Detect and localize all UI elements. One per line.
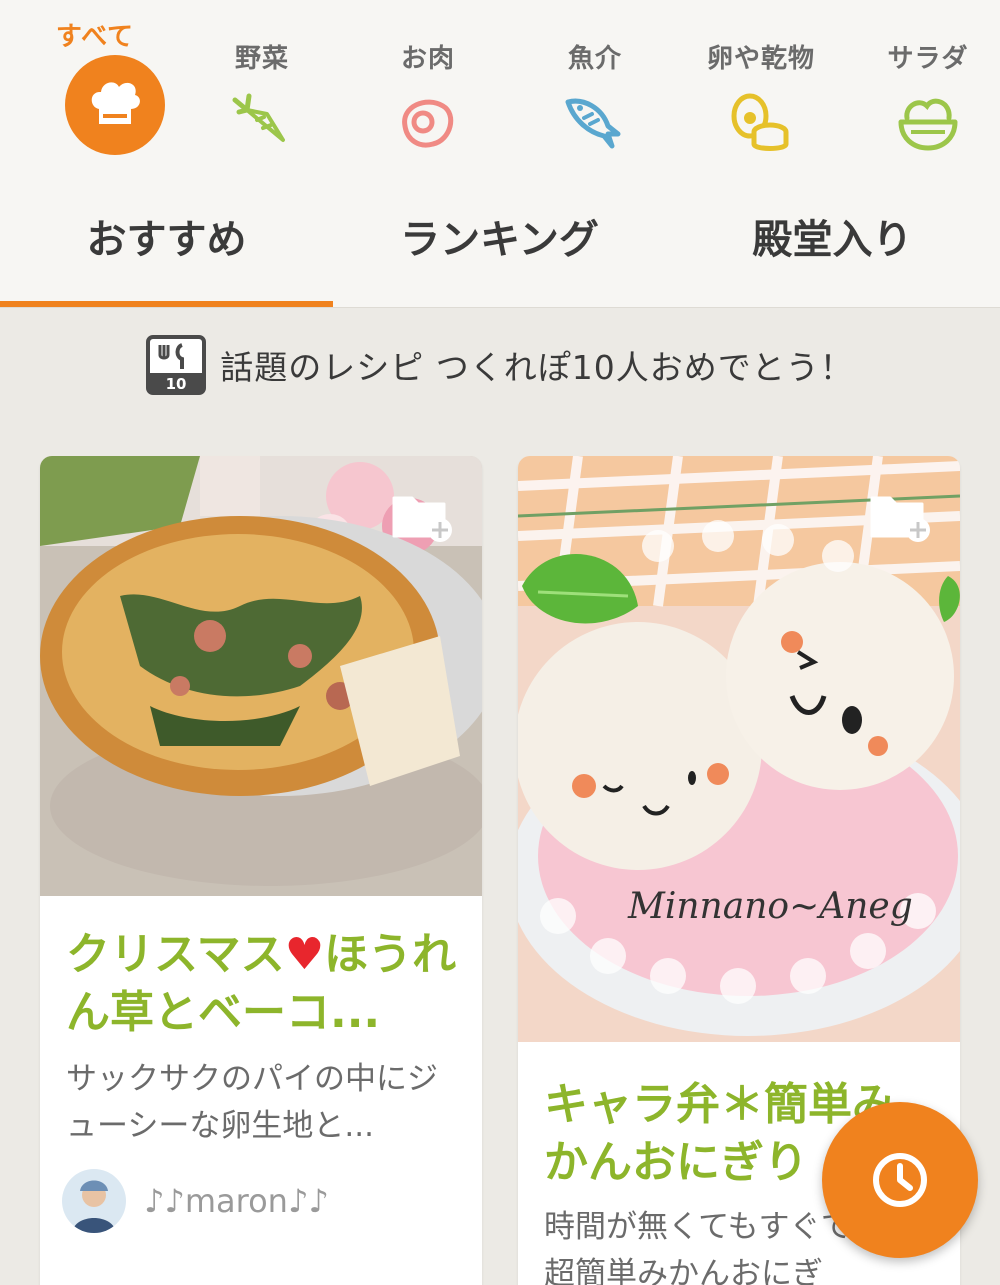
salad-icon bbox=[898, 98, 958, 151]
fish-icon bbox=[565, 98, 621, 149]
badge-number: 10 bbox=[166, 375, 187, 393]
tab-recommended[interactable]: おすすめ bbox=[0, 180, 333, 308]
recipe-description: サックサクのパイの中にジューシーな卵生地と... bbox=[66, 1061, 438, 1144]
banner-text: 話題のレシピ つくれぽ10人おめでとう！ bbox=[220, 348, 854, 387]
recipe-author[interactable]: ♪♪maron♪♪ bbox=[62, 1166, 329, 1236]
clock-icon bbox=[873, 1153, 927, 1207]
category-vegetables[interactable]: 野菜 bbox=[187, 0, 337, 180]
category-bar: すべて 野菜 お肉 魚介 卵や乾物 サラダ bbox=[0, 0, 1000, 180]
tab-ranking[interactable]: ランキング bbox=[333, 180, 666, 308]
meat-icon bbox=[402, 99, 454, 148]
category-label: 卵や乾物 bbox=[706, 44, 815, 74]
category-salad[interactable]: サラダ bbox=[853, 0, 1000, 180]
title-part: クリスマス bbox=[66, 929, 285, 980]
history-fab-button[interactable] bbox=[822, 1102, 978, 1258]
recipe-title: クリスマス♥ほうれん草とベーコ... bbox=[66, 926, 460, 1042]
category-label: サラダ bbox=[887, 44, 969, 74]
chef-hat-icon bbox=[91, 82, 140, 124]
heart-symbol: ♥ bbox=[284, 929, 325, 980]
category-label: お肉 bbox=[400, 44, 455, 74]
category-seafood[interactable]: 魚介 bbox=[520, 0, 670, 180]
category-all[interactable]: すべて bbox=[20, 0, 170, 180]
tab-bar: おすすめ ランキング 殿堂入り bbox=[0, 180, 1000, 308]
category-meat[interactable]: お肉 bbox=[353, 0, 503, 180]
category-eggs-dried[interactable]: 卵や乾物 bbox=[686, 0, 836, 180]
author-avatar[interactable] bbox=[62, 1169, 126, 1233]
recipe-photo-quiche[interactable] bbox=[40, 456, 482, 896]
tsukurepo-badge-icon: 10 bbox=[146, 335, 207, 395]
carrot-icon bbox=[232, 93, 285, 142]
add-to-folder-icon[interactable] bbox=[390, 488, 454, 544]
recipe-feed-screen: すべて 野菜 お肉 魚介 卵や乾物 サラダ おすすめ ランキング 殿堂入り 10… bbox=[0, 0, 1000, 1285]
active-tab-indicator bbox=[0, 301, 333, 307]
recipe-card[interactable]: クリスマス♥ほうれん草とベーコ... サックサクのパイの中にジューシーな卵生地と… bbox=[40, 456, 482, 1285]
photo-watermark: Minnano~Aneg bbox=[627, 886, 913, 927]
author-name[interactable]: ♪♪maron♪♪ bbox=[144, 1182, 329, 1220]
trending-banner: 10 話題のレシピ つくれぽ10人おめでとう！ bbox=[0, 335, 1000, 415]
add-to-folder-icon[interactable] bbox=[868, 488, 932, 544]
category-all-circle bbox=[65, 55, 165, 155]
category-label: 野菜 bbox=[234, 44, 289, 74]
egg-icon bbox=[731, 93, 789, 151]
category-label: すべて bbox=[55, 22, 135, 52]
recipe-photo-onigiri[interactable]: Minnano~Aneg bbox=[518, 456, 960, 1042]
category-label: 魚介 bbox=[567, 44, 622, 74]
tab-hall-of-fame[interactable]: 殿堂入り bbox=[666, 180, 999, 308]
